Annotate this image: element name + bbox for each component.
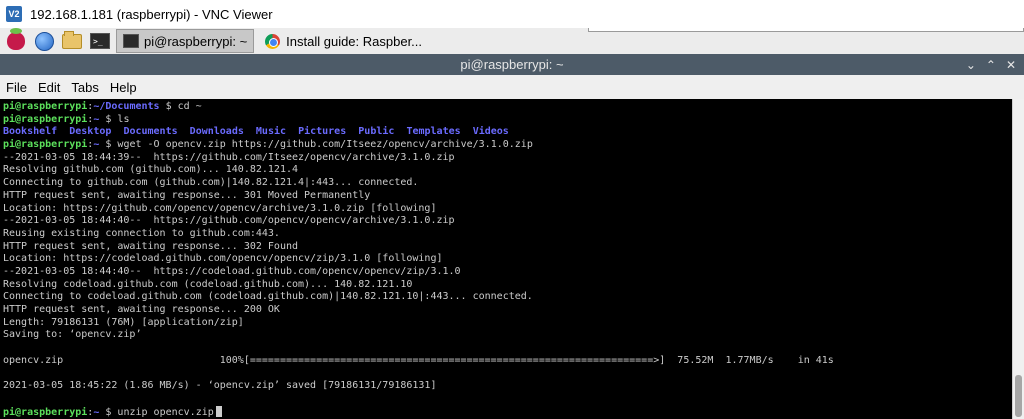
terminal-line: 2021-03-05 18:45:22 (1.86 MB/s) - ‘openc… — [3, 380, 1012, 393]
task-terminal[interactable]: pi@raspberrypi: ~ — [116, 29, 255, 53]
prompt-command: $ unzip opencv.zip — [99, 406, 214, 418]
terminal-line: HTTP request sent, awaiting response... … — [3, 304, 1012, 317]
terminal-line: HTTP request sent, awaiting response... … — [3, 190, 1012, 203]
vnc-logo-icon: V2 — [6, 6, 22, 22]
directory-entry: Videos — [472, 126, 509, 138]
output-text: Resolving github.com (github.com)... 140… — [3, 164, 299, 176]
prompt-user: pi@raspberrypi — [3, 139, 88, 151]
terminal-line: pi@raspberrypi:~ $ unzip opencv.zip — [3, 405, 1012, 419]
dir-gap — [178, 126, 190, 137]
output-text: --2021-03-05 18:44:40-- https://codeload… — [3, 265, 461, 277]
dir-gap — [244, 126, 256, 137]
dir-gap — [346, 126, 358, 137]
taskbar: >_ pi@raspberrypi: ~ Install guide: Rasp… — [0, 28, 1024, 54]
terminal-output[interactable]: pi@raspberrypi:~/Documents $ cd ~ pi@rasp… — [0, 99, 1012, 419]
terminal-line: HTTP request sent, awaiting response... … — [3, 241, 1012, 254]
output-text: HTTP request sent, awaiting response... … — [3, 304, 280, 315]
terminal-line: Connecting to codeload.github.com (codel… — [3, 291, 1012, 304]
output-text: Location: https://codeload.github.com/op… — [3, 253, 443, 265]
output-text: Connecting to github.com (github.com)|14… — [3, 177, 419, 189]
output-text: opencv.zip 100%[========================… — [3, 354, 834, 366]
terminal-line: --2021-03-05 18:44:39-- https://github.c… — [3, 152, 1012, 165]
terminal-line: pi@raspberrypi:~/Documents $ cd ~ — [3, 101, 1012, 114]
menu-tabs[interactable]: Tabs — [71, 80, 98, 95]
terminal-line: Location: https://github.com/opencv/open… — [3, 203, 1012, 216]
prompt-command: $ ls — [99, 113, 130, 125]
web-browser-icon[interactable] — [32, 30, 56, 52]
dir-gap — [111, 126, 123, 137]
directory-entry: Desktop — [69, 126, 112, 138]
directory-entry: Pictures — [298, 126, 347, 138]
directory-entry: Bookshelf — [3, 126, 58, 138]
output-text: Reusing existing connection to github.co… — [3, 227, 280, 239]
terminal-line: Resolving codeload.github.com (codeload.… — [3, 279, 1012, 292]
task-browser-label: Install guide: Raspber... — [286, 33, 423, 49]
dir-gap — [394, 126, 406, 137]
terminal-line: Length: 79186131 (76M) [application/zip] — [3, 317, 1012, 330]
vnc-titlebar: V2 192.168.1.181 (raspberrypi) - VNC Vie… — [0, 0, 1024, 28]
menu-file[interactable]: File — [6, 80, 27, 95]
output-text: HTTP request sent, awaiting response... … — [3, 189, 371, 201]
terminal-line: pi@raspberrypi:~ $ ls — [3, 114, 1012, 127]
prompt-user: pi@raspberrypi — [3, 406, 88, 418]
prompt-command: $ cd ~ — [159, 101, 202, 112]
prompt-command: $ wget -O opencv.zip https://github.com/… — [99, 139, 533, 151]
terminal-scrollbar[interactable] — [1012, 99, 1024, 419]
dir-gap — [57, 126, 69, 137]
terminal-icon[interactable]: >_ — [88, 30, 112, 52]
task-browser[interactable]: Install guide: Raspber... — [258, 29, 429, 53]
terminal-line: Saving to: ‘opencv.zip’ — [3, 329, 1012, 342]
output-text: Connecting to codeload.github.com (codel… — [3, 291, 533, 303]
output-text: Resolving codeload.github.com (codeload.… — [3, 278, 413, 290]
prompt-path: ~/Documents — [93, 101, 160, 112]
terminal-icon — [123, 34, 139, 48]
directory-entry: Templates — [406, 126, 461, 138]
close-button[interactable]: ✕ — [1006, 58, 1016, 72]
minimize-button[interactable]: ⌄ — [966, 58, 976, 72]
dir-gap — [461, 126, 473, 137]
raspberry-menu-icon[interactable] — [4, 28, 28, 52]
terminal-line: pi@raspberrypi:~ $ wget -O opencv.zip ht… — [3, 139, 1012, 152]
terminal-line: Reusing existing connection to github.co… — [3, 228, 1012, 241]
terminal-cursor — [215, 405, 222, 417]
task-terminal-label: pi@raspberrypi: ~ — [144, 33, 248, 49]
terminal-window-title: pi@raspberrypi: ~ — [460, 57, 564, 72]
terminal-line: --2021-03-05 18:44:40-- https://github.c… — [3, 215, 1012, 228]
terminal-line: Resolving github.com (github.com)... 140… — [3, 164, 1012, 177]
terminal-titlebar[interactable]: pi@raspberrypi: ~ ⌄ ⌃ ✕ — [0, 54, 1024, 75]
output-text: --2021-03-05 18:44:40-- https://github.c… — [3, 215, 455, 227]
maximize-button[interactable]: ⌃ — [986, 58, 996, 72]
chromium-icon — [265, 33, 281, 49]
terminal-line: Connecting to github.com (github.com)|14… — [3, 177, 1012, 190]
taskbar-empty-area — [588, 28, 1024, 32]
output-text: --2021-03-05 18:44:39-- https://github.c… — [3, 151, 455, 163]
file-manager-icon[interactable] — [60, 30, 84, 52]
directory-entry: Downloads — [189, 126, 244, 138]
menu-help[interactable]: Help — [110, 80, 137, 95]
dir-gap — [286, 126, 298, 137]
prompt-user: pi@raspberrypi — [3, 113, 88, 125]
output-text: Location: https://github.com/opencv/open… — [3, 202, 437, 214]
directory-entry: Music — [255, 126, 287, 138]
menu-edit[interactable]: Edit — [38, 80, 60, 95]
output-text: HTTP request sent, awaiting response... … — [3, 240, 299, 252]
menu-bar: File Edit Tabs Help — [0, 75, 1024, 99]
terminal-line: Bookshelf Desktop Documents Downloads Mu… — [3, 126, 1012, 139]
output-text: 2021-03-05 18:45:22 (1.86 MB/s) - ‘openc… — [3, 380, 437, 392]
prompt-user: pi@raspberrypi — [3, 101, 88, 112]
terminal-line: opencv.zip 100%[========================… — [3, 355, 1012, 368]
scrollbar-thumb[interactable] — [1015, 375, 1022, 417]
directory-entry: Public — [358, 126, 395, 138]
directory-entry: Documents — [123, 126, 178, 138]
output-text: Saving to: ‘opencv.zip’ — [3, 329, 142, 341]
output-text: Length: 79186131 (76M) [application/zip] — [3, 316, 244, 328]
terminal-line: --2021-03-05 18:44:40-- https://codeload… — [3, 266, 1012, 279]
terminal-line: Location: https://codeload.github.com/op… — [3, 253, 1012, 266]
vnc-window-title: 192.168.1.181 (raspberrypi) - VNC Viewer — [30, 6, 273, 22]
